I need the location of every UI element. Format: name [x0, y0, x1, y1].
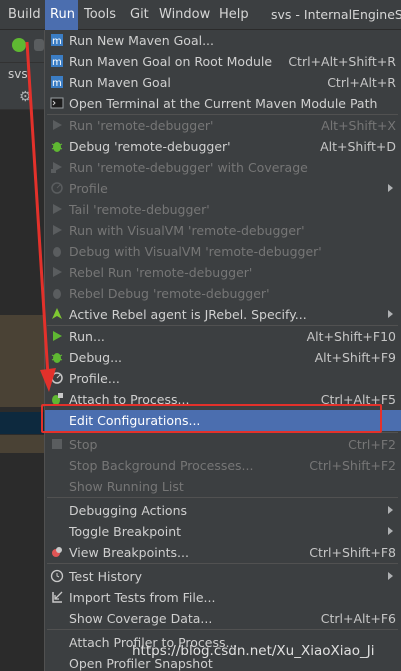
run-menu-dropdown: m Run New Maven Goal... m Run Maven Goal… — [44, 30, 401, 671]
menu-item-profile-submenu[interactable]: Profile — [45, 178, 401, 199]
menu-item-debug-dialog[interactable]: Debug... Alt+Shift+F9 — [45, 347, 401, 368]
profile-icon — [51, 372, 63, 384]
editor-selected-line — [0, 412, 44, 434]
maven-icon: m — [51, 34, 63, 47]
menu-build[interactable]: Build — [0, 0, 44, 30]
menu-item-profile-dialog[interactable]: Profile... — [45, 368, 401, 389]
menu-item-run-dialog[interactable]: Run... Alt+Shift+F10 — [45, 326, 401, 347]
debug-icon — [51, 142, 63, 152]
menu-item-show-running-list[interactable]: Show Running List — [45, 476, 401, 497]
jrebel-debug-icon — [53, 289, 61, 299]
menu-separator — [47, 629, 398, 630]
menu-item-run-remote-debugger[interactable]: Run 'remote-debugger' Alt+Shift+X — [45, 115, 401, 136]
menu-item-run-maven-goal-root[interactable]: m Run Maven Goal on Root Module Ctrl+Alt… — [45, 51, 401, 72]
menu-item-tail[interactable]: Tail 'remote-debugger' — [45, 199, 401, 220]
menu-git[interactable]: Git — [130, 0, 154, 30]
menu-item-debug-remote-debugger[interactable]: Debug 'remote-debugger' Alt+Shift+D — [45, 136, 401, 157]
menu-item-rebel-run[interactable]: Rebel Run 'remote-debugger' — [45, 262, 401, 283]
menu-item-debugging-actions[interactable]: Debugging Actions — [45, 500, 401, 521]
submenu-arrow-icon — [388, 310, 393, 318]
stop-icon — [52, 439, 62, 449]
menu-item-run-maven-goal[interactable]: m Run Maven Goal Ctrl+Alt+R — [45, 72, 401, 93]
maven-icon: m — [51, 76, 63, 89]
menu-item-open-terminal[interactable]: Open Terminal at the Current Maven Modul… — [45, 93, 401, 114]
menu-item-test-history[interactable]: Test History — [45, 566, 401, 587]
editor-highlight-band — [0, 435, 44, 453]
menu-item-view-breakpoints[interactable]: View Breakpoints... Ctrl+Shift+F8 — [45, 542, 401, 563]
coverage-icon — [51, 162, 62, 173]
menu-item-toggle-breakpoint[interactable]: Toggle Breakpoint — [45, 521, 401, 542]
menu-separator — [47, 563, 398, 564]
profile-icon — [51, 182, 63, 194]
svg-text:m: m — [52, 78, 62, 89]
submenu-arrow-icon — [388, 572, 393, 580]
menu-help[interactable]: Help — [219, 0, 251, 30]
editor-highlight-band — [0, 315, 44, 407]
jrebel-icon — [52, 308, 62, 319]
toolbar-icon[interactable] — [34, 39, 44, 51]
menu-item-import-tests[interactable]: Import Tests from File... — [45, 587, 401, 608]
svg-text:m: m — [52, 36, 62, 47]
watermark: https://blog.csdn.net/Xu_XiaoXiao_Ji — [132, 643, 375, 659]
history-icon — [50, 569, 64, 583]
menu-item-stop-background[interactable]: Stop Background Processes... Ctrl+Shift+… — [45, 455, 401, 476]
menu-item-run-new-maven-goal[interactable]: m Run New Maven Goal... — [45, 30, 401, 51]
submenu-arrow-icon — [388, 184, 393, 192]
window-title: svs - InternalEngineSe — [271, 7, 401, 22]
ide-toolbar — [0, 30, 44, 63]
import-icon — [52, 591, 63, 603]
menu-item-run-visualvm[interactable]: Run with VisualVM 'remote-debugger' — [45, 220, 401, 241]
menu-separator — [47, 497, 398, 498]
menu-tools[interactable]: Tools — [84, 0, 124, 30]
panel-header: ⚙ — [0, 87, 44, 110]
tail-icon — [53, 204, 62, 214]
menu-item-stop[interactable]: Stop Ctrl+F2 — [45, 434, 401, 455]
menu-item-run-with-coverage[interactable]: Run 'remote-debugger' with Coverage — [45, 157, 401, 178]
debug-icon — [51, 353, 63, 363]
menu-bar: Build Run Tools Git Window Help svs - In… — [0, 0, 401, 30]
menu-item-rebel-debug[interactable]: Rebel Debug 'remote-debugger' — [45, 283, 401, 304]
menu-window[interactable]: Window — [159, 0, 211, 30]
jrebel-run-icon — [53, 267, 62, 277]
project-tab[interactable]: svs — [0, 63, 44, 86]
visualvm-debug-icon — [53, 247, 61, 257]
svg-text:m: m — [52, 57, 62, 68]
debug-toolbar-icon[interactable] — [12, 38, 26, 52]
maven-icon: m — [51, 55, 63, 68]
menu-item-debug-visualvm[interactable]: Debug with VisualVM 'remote-debugger' — [45, 241, 401, 262]
menu-item-active-rebel-agent[interactable]: Active Rebel agent is JRebel. Specify... — [45, 304, 401, 325]
menu-item-show-coverage-data[interactable]: Show Coverage Data... Ctrl+Alt+F6 — [45, 608, 401, 629]
run-icon — [53, 331, 62, 341]
ide-left-panel: svs ⚙ — [0, 30, 44, 671]
visualvm-icon — [53, 225, 62, 235]
submenu-arrow-icon — [388, 527, 393, 535]
terminal-icon — [50, 97, 64, 109]
menu-run[interactable]: Run — [45, 0, 78, 30]
gear-icon[interactable]: ⚙ — [19, 89, 32, 105]
breakpoints-icon — [52, 547, 62, 557]
submenu-arrow-icon — [388, 506, 393, 514]
run-icon — [53, 120, 62, 130]
annotation-highlight-box — [41, 404, 382, 433]
